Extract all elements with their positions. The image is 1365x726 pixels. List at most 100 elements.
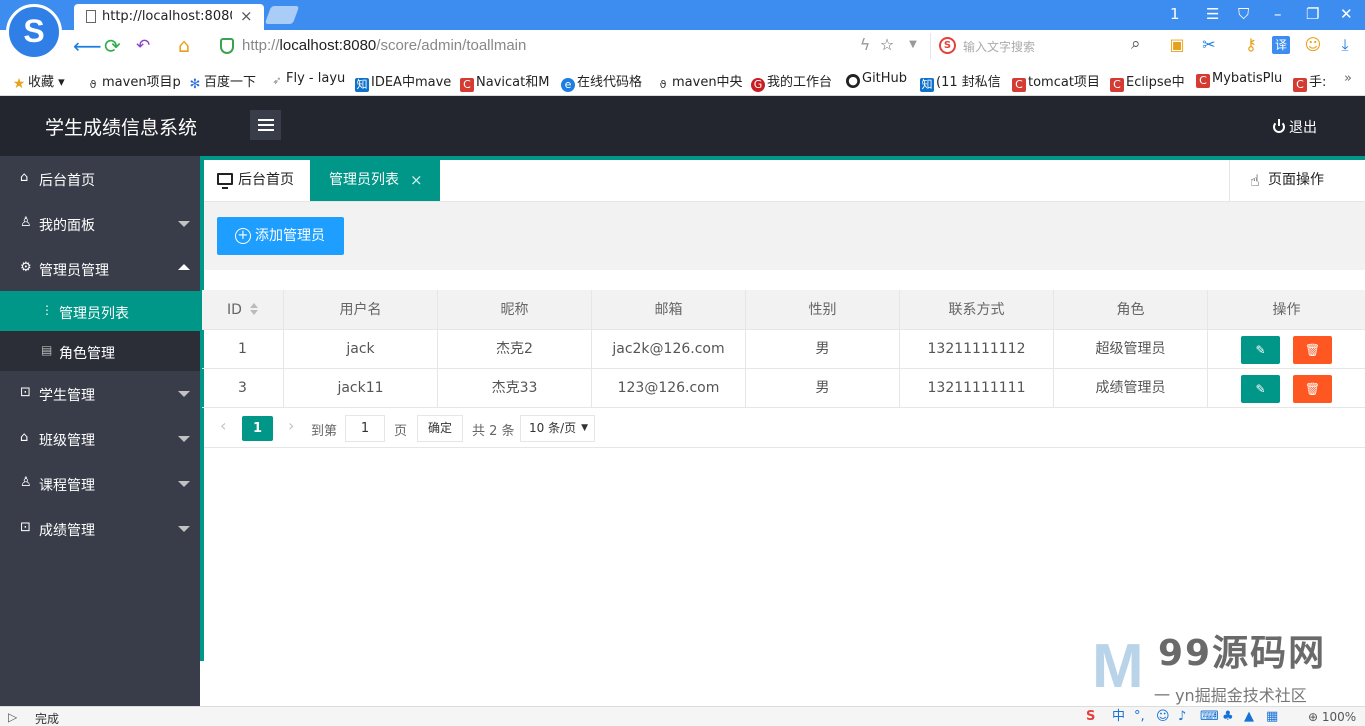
github-icon: ● bbox=[846, 74, 860, 88]
undo-icon[interactable]: ↶ bbox=[136, 34, 150, 58]
add-admin-button[interactable]: + 添加管理员 bbox=[217, 217, 344, 255]
ime-punct-icon[interactable]: °, bbox=[1134, 709, 1145, 725]
cell-username: jack11 bbox=[284, 369, 438, 407]
more-bookmarks-icon[interactable]: » bbox=[1344, 71, 1352, 86]
url-field[interactable]: http://localhost:8080/score/admin/toallm… bbox=[212, 32, 926, 60]
page-size-select[interactable]: 10 条/页 bbox=[520, 415, 595, 442]
maven-icon: ϑ bbox=[89, 78, 97, 91]
bookmark-item[interactable]: ➶ Fly - layu bbox=[270, 71, 345, 88]
sidebar-item-student-management[interactable]: ⊡ 学生管理 bbox=[0, 371, 200, 416]
maximize-icon[interactable]: ❐ bbox=[1306, 4, 1319, 24]
browser-tab[interactable]: http://localhost:8080/s × bbox=[74, 4, 264, 30]
bookmark-item[interactable]: C Eclipse中 bbox=[1110, 71, 1185, 92]
key-icon[interactable]: ⚷ bbox=[1242, 36, 1260, 54]
goto-confirm-button[interactable]: 确定 bbox=[417, 415, 463, 442]
favorite-star-icon[interactable]: ☆ bbox=[878, 36, 896, 54]
ime-emoji-icon[interactable]: ☺ bbox=[1156, 709, 1170, 725]
sidebar-item-home[interactable]: ⌂ 后台首页 bbox=[0, 156, 200, 201]
search-box[interactable]: S 输入文字搜索 ⌕ bbox=[930, 33, 1154, 59]
translate-icon[interactable]: 译 bbox=[1272, 36, 1290, 54]
search-engine-icon[interactable]: S bbox=[939, 37, 956, 54]
browser-titlebar: http://localhost:8080/s × 1 ☰ ⛉ – ❐ ✕ bbox=[0, 0, 1365, 30]
bookmark-item[interactable]: Ctomcat项目 bbox=[1012, 71, 1100, 92]
bookmark-item[interactable]: 知 (11 封私信 bbox=[920, 71, 1001, 92]
prev-page-icon[interactable]: ‹ bbox=[220, 416, 226, 435]
ime-chinese-icon[interactable]: 中 bbox=[1112, 709, 1125, 725]
bookmark-item[interactable]: e 在线代码格 bbox=[561, 71, 642, 92]
bookmark-item[interactable]: ✻ 百度一下 bbox=[188, 71, 256, 92]
bookmark-item[interactable]: C MybatisPlu bbox=[1196, 71, 1282, 88]
skin-icon[interactable]: ⛉ bbox=[1238, 4, 1249, 24]
bookmark-item[interactable]: ● GitHub bbox=[846, 71, 907, 88]
app-header: 学生成绩信息系统 退出 bbox=[0, 96, 1365, 156]
window-count-icon[interactable]: 1 bbox=[1170, 4, 1180, 24]
cell-phone: 13211111112 bbox=[900, 330, 1054, 368]
more-icon[interactable]: ☺ bbox=[1304, 36, 1322, 54]
goto-page-input[interactable]: 1 bbox=[345, 415, 385, 442]
sidebar-item-label: 我的面板 bbox=[39, 218, 95, 234]
cell-email: 123@126.com bbox=[592, 369, 746, 407]
back-icon[interactable]: ⟵ bbox=[73, 34, 102, 58]
refresh-icon[interactable]: ⟳ bbox=[104, 34, 121, 58]
cell-role: 成绩管理员 bbox=[1054, 369, 1208, 407]
tab-admin-list[interactable]: 管理员列表 × bbox=[310, 160, 440, 201]
browser-logo[interactable]: S bbox=[6, 4, 62, 60]
scissors-icon[interactable]: ✂ bbox=[1200, 36, 1218, 54]
sidebar-item-my-panel[interactable]: ♙ 我的面板 bbox=[0, 201, 200, 246]
ime-skin-icon[interactable]: ▲ bbox=[1244, 709, 1254, 725]
close-tab-icon[interactable]: × bbox=[240, 7, 253, 25]
search-icon[interactable]: ⌕ bbox=[1131, 34, 1141, 54]
edit-button[interactable]: ✎ bbox=[1241, 336, 1280, 364]
new-tab-button[interactable] bbox=[264, 6, 300, 24]
sidebar-item-score-management[interactable]: ⊡ 成绩管理 bbox=[0, 506, 200, 551]
pencil-icon: ✎ bbox=[1255, 382, 1266, 396]
bookmark-item[interactable]: C Navicat和M bbox=[460, 71, 549, 92]
home-icon: ⌂ bbox=[20, 430, 29, 445]
zoom-level[interactable]: ⊕ 100% bbox=[1308, 710, 1356, 724]
sidebar-item-course-management[interactable]: ♙ 课程管理 bbox=[0, 461, 200, 506]
cell-nickname: 杰克2 bbox=[438, 330, 592, 368]
sort-icon[interactable] bbox=[249, 303, 258, 315]
table-row: 3 jack11 杰克33 123@126.com 男 13211111111 … bbox=[202, 369, 1365, 408]
ime-keyboard-icon[interactable]: ⌨ bbox=[1200, 709, 1219, 725]
csdn-icon: C bbox=[1196, 74, 1210, 88]
hand-pointer-icon: ☝ bbox=[1250, 171, 1260, 190]
ime-voice-icon[interactable]: ♪ bbox=[1178, 709, 1186, 725]
bookmark-item[interactable]: G 我的工作台 bbox=[751, 71, 832, 92]
search-input[interactable]: 输入文字搜索 bbox=[963, 38, 1035, 55]
minimize-icon[interactable]: – bbox=[1274, 4, 1282, 24]
page-operations-button[interactable]: ☝ 页面操作 bbox=[1229, 160, 1365, 201]
close-icon[interactable]: × bbox=[410, 160, 423, 201]
bookmark-item[interactable]: ϑ maven中央 bbox=[656, 71, 743, 92]
cell-username: jack bbox=[284, 330, 438, 368]
bookmark-item[interactable]: 知 IDEA中mave bbox=[355, 71, 451, 92]
delete-button[interactable]: 🗑 bbox=[1293, 336, 1332, 364]
menu-toggle-button[interactable] bbox=[250, 110, 281, 140]
extension-icon[interactable]: ▣ bbox=[1168, 36, 1186, 54]
next-page-icon[interactable]: › bbox=[288, 416, 294, 435]
column-header-email: 邮箱 bbox=[592, 290, 746, 329]
sidebar-item-admin-list[interactable]: ⋮ 管理员列表 bbox=[0, 291, 200, 331]
play-icon[interactable]: ▷ bbox=[8, 710, 17, 724]
bookmark-item[interactable]: ϑ maven项目p bbox=[86, 71, 181, 92]
ime-logo-icon[interactable]: S bbox=[1086, 709, 1095, 725]
close-window-icon[interactable]: ✕ bbox=[1340, 4, 1353, 24]
sidebar-item-role-management[interactable]: ▤ 角色管理 bbox=[0, 331, 200, 371]
bookmark-item[interactable]: ★ 收藏 ▾ bbox=[12, 71, 65, 91]
dropdown-icon[interactable]: ▼ bbox=[904, 36, 922, 54]
ime-tools-icon[interactable]: ♣ bbox=[1222, 709, 1234, 725]
logout-button[interactable]: 退出 bbox=[1273, 117, 1317, 137]
delete-button[interactable]: 🗑 bbox=[1293, 375, 1332, 403]
speed-mode-icon[interactable]: ϟ bbox=[856, 36, 874, 54]
tab-home[interactable]: 后台首页 bbox=[204, 160, 310, 201]
download-icon[interactable]: ⤓ bbox=[1336, 36, 1354, 54]
sidebar-item-admin-management[interactable]: ⚙ 管理员管理 bbox=[0, 246, 200, 291]
ime-grid-icon[interactable]: ▦ bbox=[1266, 709, 1278, 725]
page-number-current[interactable]: 1 bbox=[242, 416, 273, 441]
menu-icon[interactable]: ☰ bbox=[1206, 4, 1219, 24]
edit-button[interactable]: ✎ bbox=[1241, 375, 1280, 403]
sidebar-item-class-management[interactable]: ⌂ 班级管理 bbox=[0, 416, 200, 461]
home-page-icon[interactable]: ⌂ bbox=[178, 34, 190, 58]
column-header-id[interactable]: ID bbox=[202, 290, 284, 329]
bookmark-item[interactable]: C 手: bbox=[1293, 71, 1326, 92]
